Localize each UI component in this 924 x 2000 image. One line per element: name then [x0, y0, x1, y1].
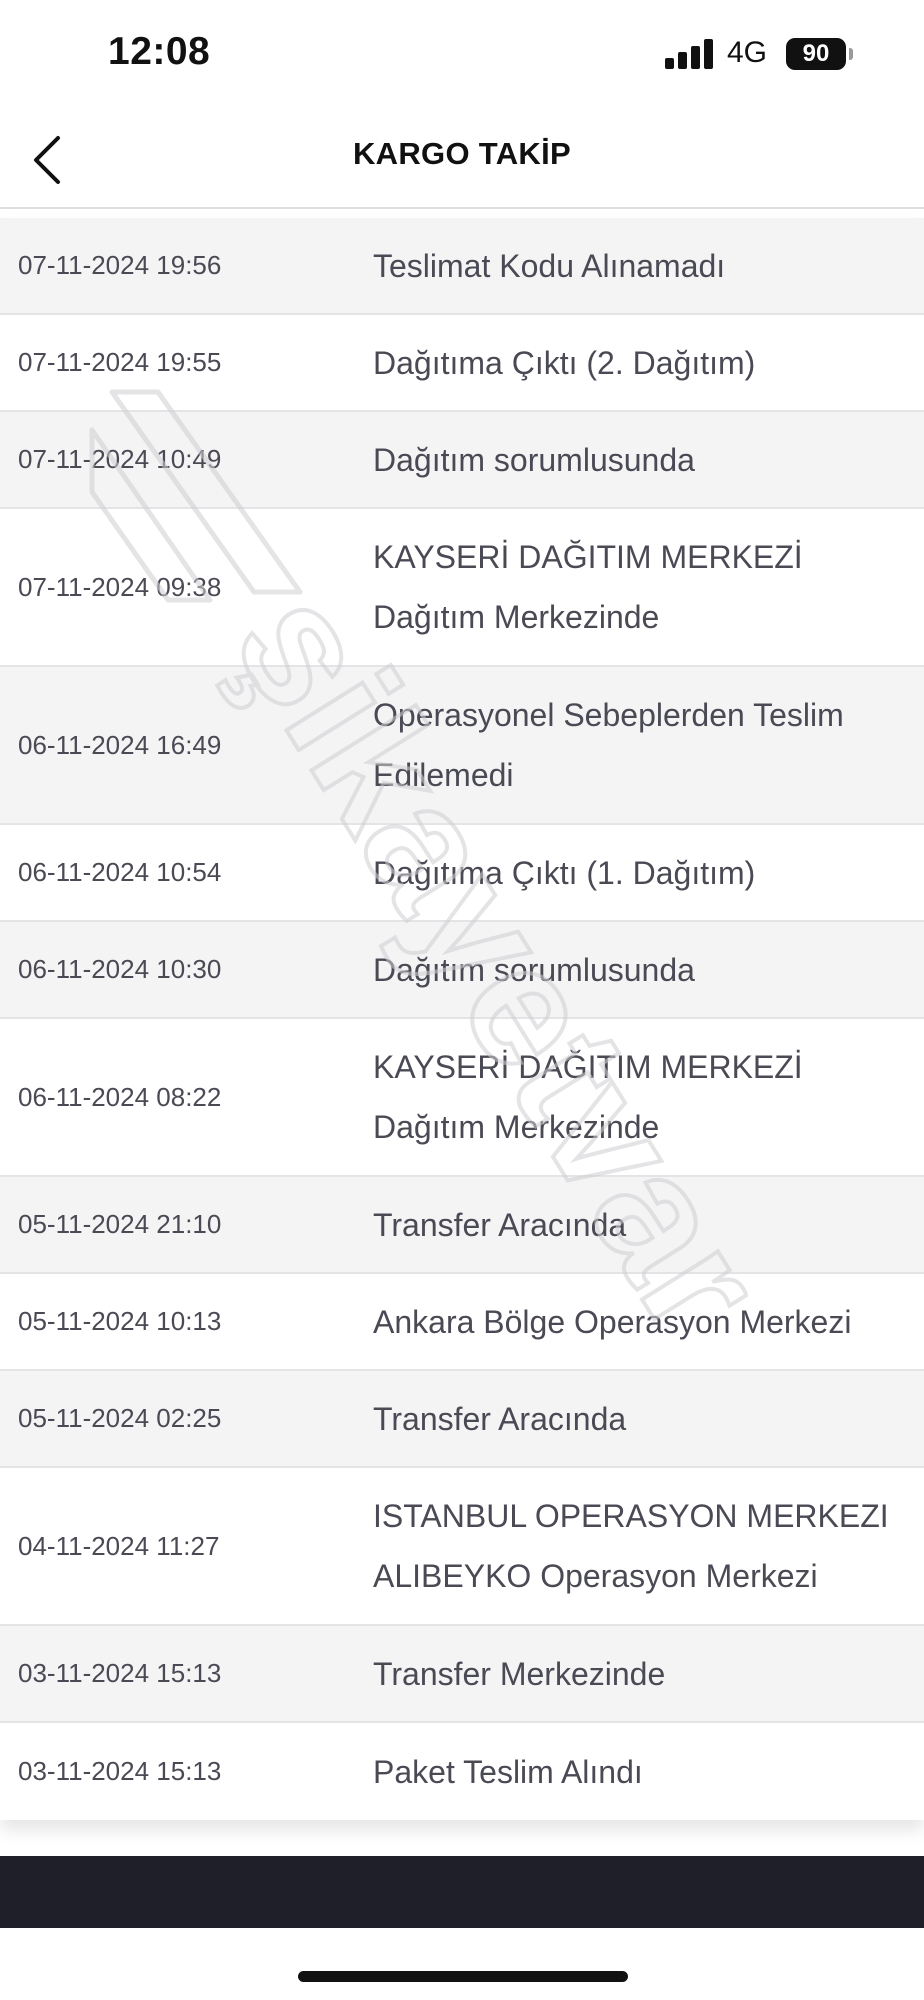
history-status-line: Transfer Merkezinde: [373, 1655, 666, 1692]
history-status-line: ALIBEYKO Operasyon Merkezi: [373, 1558, 818, 1594]
history-row: 03-11-2024 15:13 Transfer Merkezinde: [0, 1626, 924, 1723]
status-bar: 12:08 4G 90: [0, 0, 924, 110]
home-indicator[interactable]: [298, 1971, 628, 1982]
history-date: 07-11-2024 09:38: [18, 571, 222, 602]
history-date: 03-11-2024 15:13: [18, 1756, 222, 1786]
battery-tip: [849, 48, 853, 60]
history-status-line: Transfer Aracında: [373, 1400, 627, 1437]
history-date: 06-11-2024 16:49: [18, 729, 222, 760]
history-row: 05-11-2024 21:10 Transfer Aracında: [0, 1177, 924, 1274]
header-divider: [0, 207, 924, 209]
network-type: 4G: [727, 36, 768, 69]
history-row: 06-11-2024 10:30 Dağıtım sorumlusunda: [0, 922, 924, 1019]
history-status: ISTANBUL OPERASYON MERKEZI ALIBEYKO Oper…: [373, 1486, 913, 1606]
history-status: Teslimat Kodu Alınamadı: [373, 236, 913, 296]
history-date: 06-11-2024 10:30: [18, 954, 222, 984]
history-row: 06-11-2024 10:54 Dağıtıma Çıktı (1. Dağı…: [0, 825, 924, 922]
battery-level: 90: [802, 40, 830, 67]
signal-bars-icon: [665, 39, 714, 69]
history-row: 05-11-2024 10:13 Ankara Bölge Operasyon …: [0, 1274, 924, 1371]
history-status-line: Operasyonel Sebeplerden Teslim: [373, 697, 844, 733]
history-date: 03-11-2024 15:13: [18, 1658, 222, 1688]
history-status-line: ISTANBUL OPERASYON MERKEZI: [373, 1498, 889, 1534]
tracking-history-list: 07-11-2024 19:56 Teslimat Kodu Alınamadı…: [0, 218, 924, 1820]
history-row: 05-11-2024 02:25 Transfer Aracında: [0, 1371, 924, 1468]
history-date: 07-11-2024 10:49: [18, 444, 222, 474]
history-row: 07-11-2024 09:38 KAYSERİ DAĞITIM MERKEZİ…: [0, 509, 924, 667]
history-status: Paket Teslim Alındı: [373, 1742, 913, 1802]
history-status-line: Dağıtım sorumlusunda: [373, 951, 695, 988]
history-status-line: Ankara Bölge Operasyon Merkezi: [373, 1303, 852, 1340]
history-row: 03-11-2024 15:13 Paket Teslim Alındı: [0, 1723, 924, 1820]
history-row: 07-11-2024 19:56 Teslimat Kodu Alınamadı: [0, 218, 924, 315]
bottom-bar: [0, 1856, 924, 1928]
history-status: Dağıtım sorumlusunda: [373, 940, 913, 1000]
history-status-line: Dağıtım Merkezinde: [373, 1109, 660, 1145]
history-row: 06-11-2024 08:22 KAYSERİ DAĞITIM MERKEZİ…: [0, 1019, 924, 1177]
history-status: Transfer Aracında: [373, 1195, 913, 1255]
history-date: 06-11-2024 08:22: [18, 1081, 222, 1112]
page-title: KARGO TAKİP: [353, 136, 571, 171]
history-status-line: Paket Teslim Alındı: [373, 1753, 643, 1790]
history-row: 07-11-2024 19:55 Dağıtıma Çıktı (2. Dağı…: [0, 315, 924, 412]
history-status-line: Edilemedi: [373, 757, 514, 793]
history-status: Ankara Bölge Operasyon Merkezi: [373, 1292, 913, 1352]
history-date: 06-11-2024 10:54: [18, 857, 222, 887]
history-row: 07-11-2024 10:49 Dağıtım sorumlusunda: [0, 412, 924, 509]
history-row: 04-11-2024 11:27 ISTANBUL OPERASYON MERK…: [0, 1468, 924, 1626]
history-status: Dağıtıma Çıktı (2. Dağıtım): [373, 333, 913, 393]
history-date: 05-11-2024 10:13: [18, 1306, 222, 1336]
history-date: 04-11-2024 11:27: [18, 1530, 220, 1561]
history-status-line: Dağıtıma Çıktı (2. Dağıtım): [373, 344, 756, 381]
history-status: KAYSERİ DAĞITIM MERKEZİ Dağıtım Merkezin…: [373, 527, 913, 647]
history-status-line: Dağıtıma Çıktı (1. Dağıtım): [373, 854, 756, 891]
history-date: 05-11-2024 02:25: [18, 1403, 222, 1433]
history-status: Operasyonel Sebeplerden Teslim Edilemedi: [373, 685, 913, 805]
history-status-line: Teslimat Kodu Alınamadı: [373, 247, 726, 284]
history-status-line: KAYSERİ DAĞITIM MERKEZİ: [373, 539, 803, 575]
history-status: Transfer Merkezinde: [373, 1644, 913, 1704]
history-date: 07-11-2024 19:56: [18, 250, 222, 280]
history-status-line: Dağıtım Merkezinde: [373, 599, 660, 635]
history-status-line: Dağıtım sorumlusunda: [373, 441, 695, 478]
history-date: 07-11-2024 19:55: [18, 347, 222, 377]
battery-icon: 90: [786, 38, 846, 70]
history-status: Dağıtım sorumlusunda: [373, 430, 913, 490]
history-date: 05-11-2024 21:10: [18, 1209, 222, 1239]
history-status-line: KAYSERİ DAĞITIM MERKEZİ: [373, 1049, 803, 1085]
status-time: 12:08: [108, 30, 211, 73]
nav-bar: KARGO TAKİP: [0, 110, 924, 208]
history-status: KAYSERİ DAĞITIM MERKEZİ Dağıtım Merkezin…: [373, 1037, 913, 1157]
history-status: Transfer Aracında: [373, 1389, 913, 1449]
history-row: 06-11-2024 16:49 Operasyonel Sebeplerden…: [0, 667, 924, 825]
history-status-line: Transfer Aracında: [373, 1206, 627, 1243]
history-status: Dağıtıma Çıktı (1. Dağıtım): [373, 843, 913, 903]
